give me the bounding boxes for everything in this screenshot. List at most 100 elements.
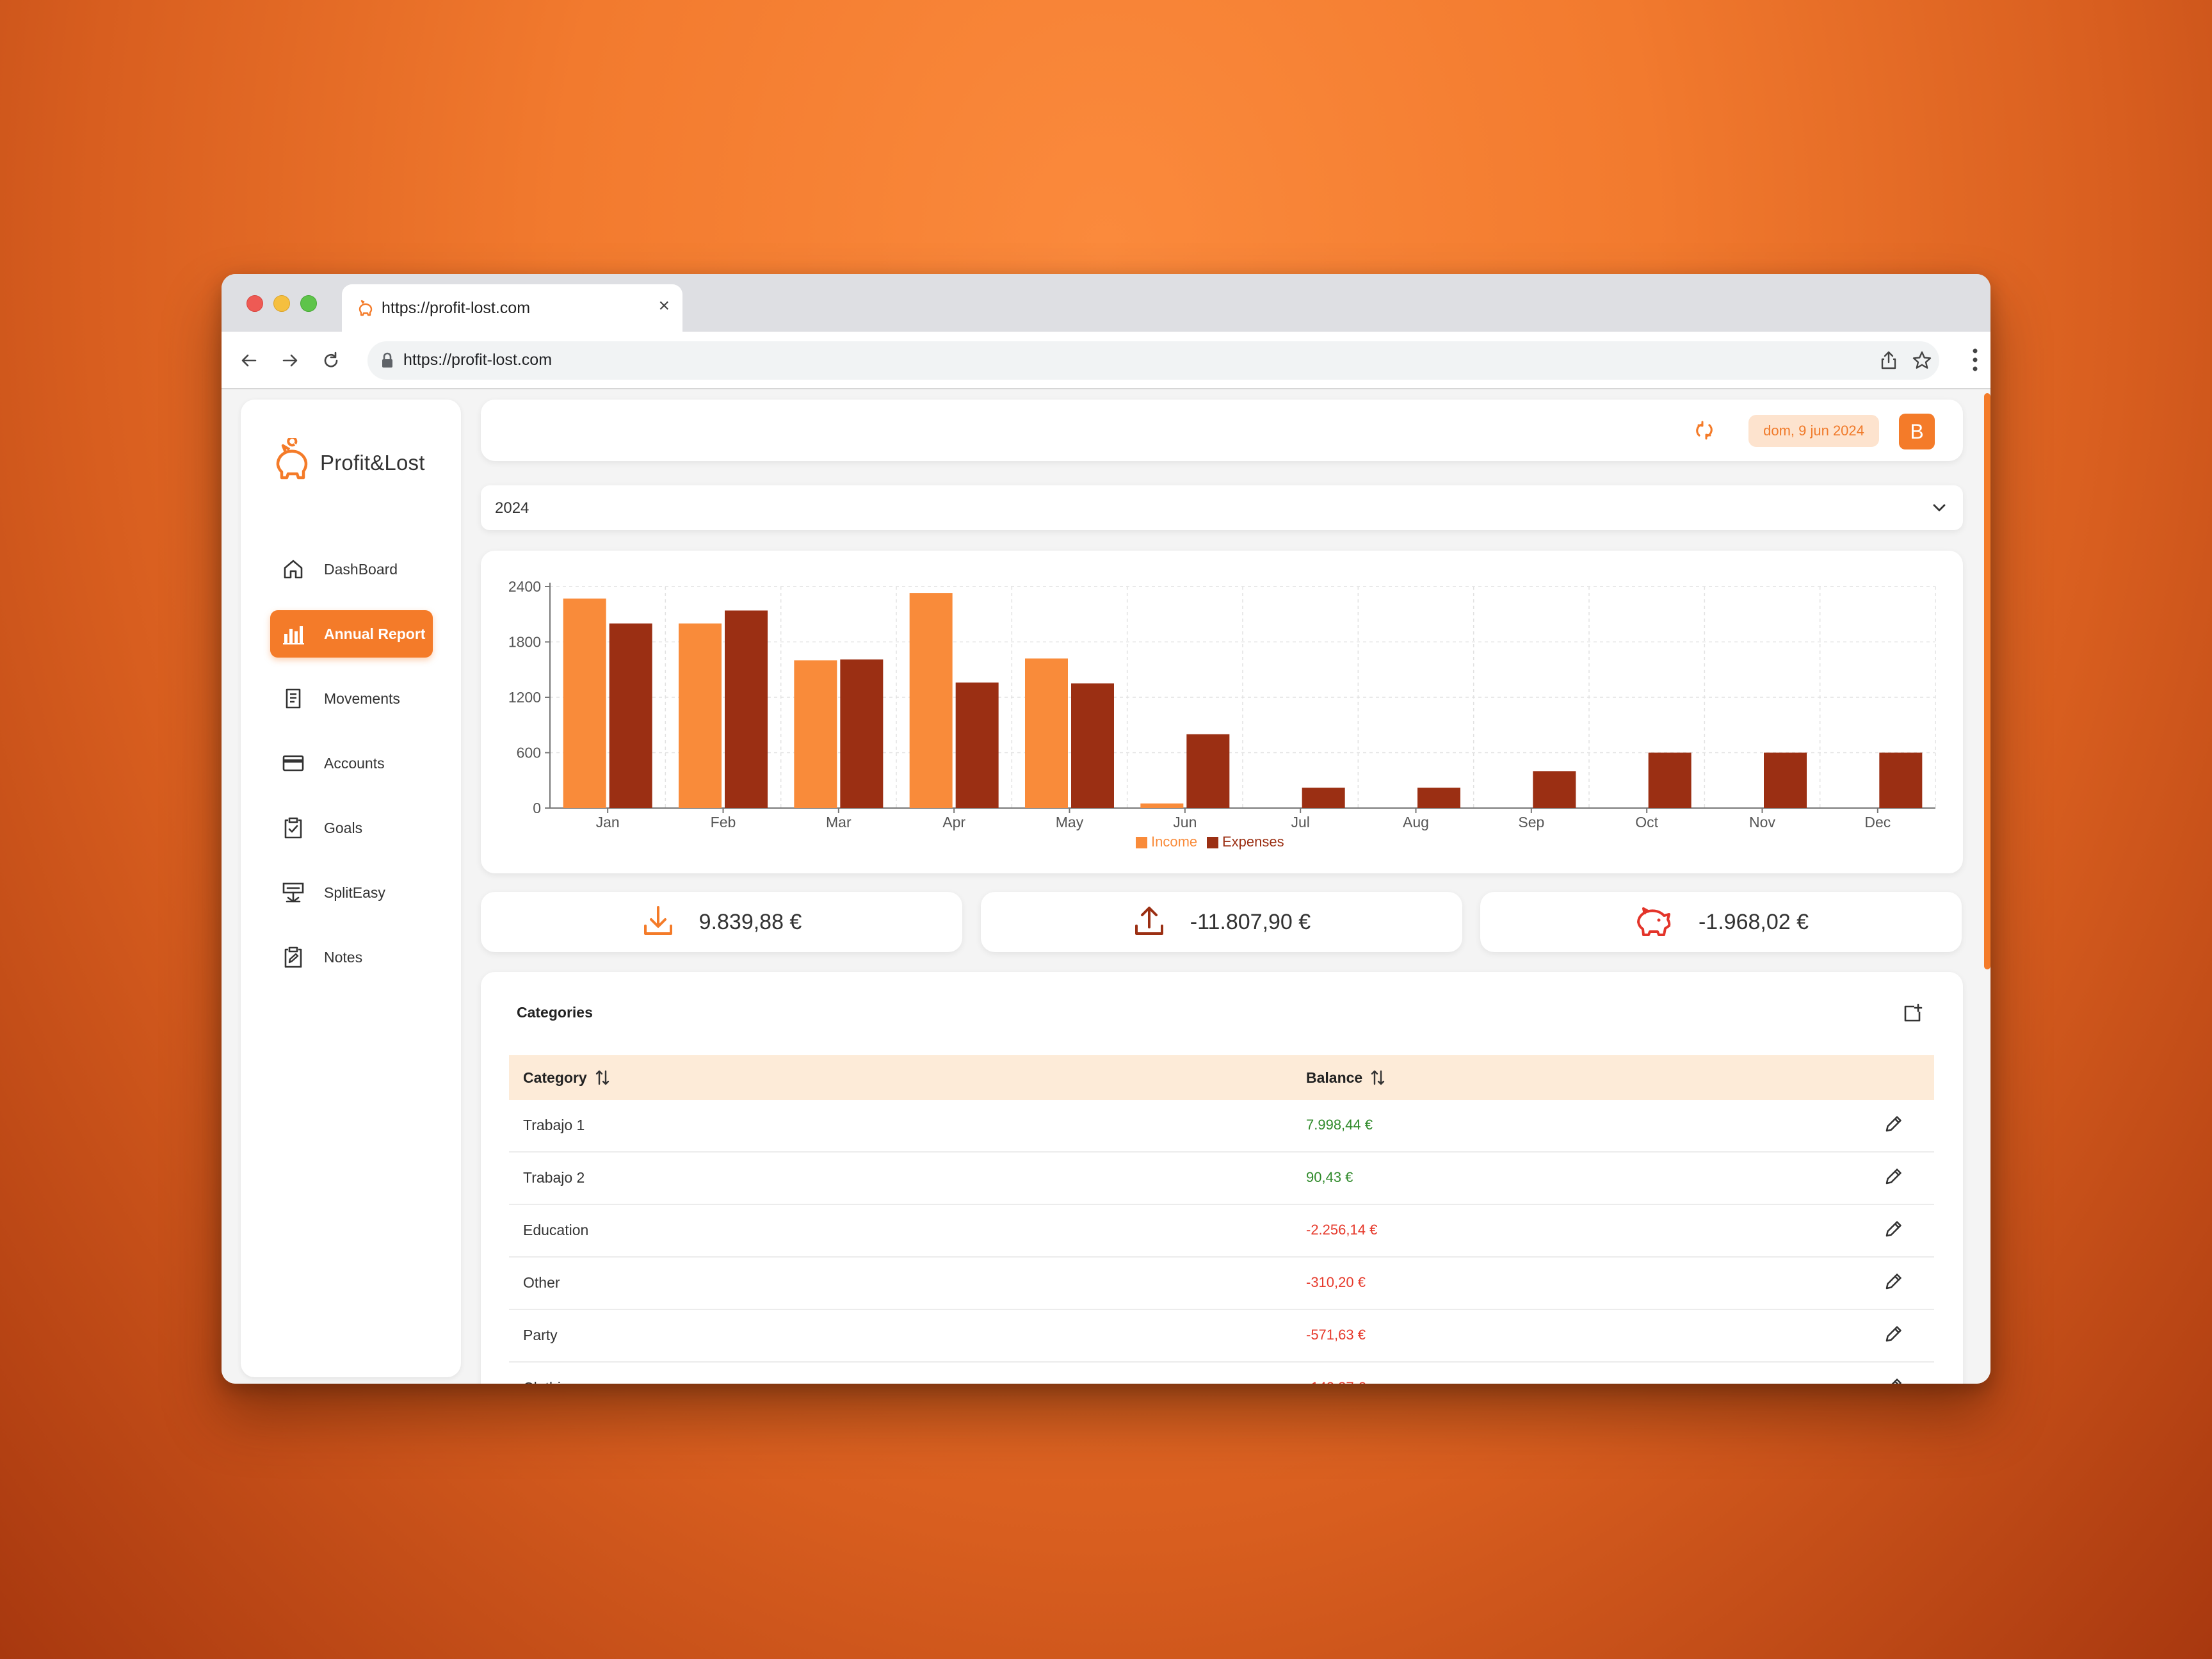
x-tick-label: Jul xyxy=(1291,814,1309,830)
table-row: Trabajo 2 90,43 € xyxy=(509,1153,1934,1205)
table-row: Other -310,20 € xyxy=(509,1258,1934,1310)
sidebar-item-label: Accounts xyxy=(324,754,385,772)
x-tick-label: Dec xyxy=(1864,814,1891,830)
table-row: Party -571,63 € xyxy=(509,1310,1934,1363)
x-tick-label: Jan xyxy=(596,814,620,830)
bookmark-star-icon[interactable] xyxy=(1911,350,1933,375)
sidebar-item-label: Goals xyxy=(324,819,363,836)
category-cell: Clothing xyxy=(523,1379,577,1384)
bar-chart-icon xyxy=(280,621,306,647)
bar-expenses xyxy=(1071,683,1114,808)
edit-pencil-icon[interactable] xyxy=(1883,1270,1905,1295)
edit-pencil-icon[interactable] xyxy=(1883,1375,1905,1384)
bar-expenses xyxy=(725,610,768,808)
logo[interactable]: Profit&Lost xyxy=(273,436,425,487)
edit-pencil-icon[interactable] xyxy=(1883,1323,1905,1348)
sync-icon[interactable] xyxy=(1694,420,1715,444)
sidebar-item-goals[interactable]: Goals xyxy=(270,804,433,852)
minimize-window-button[interactable] xyxy=(273,295,290,312)
browser-menu-icon[interactable] xyxy=(1971,346,1979,377)
bar-expenses xyxy=(955,682,999,808)
x-tick-label: Sep xyxy=(1518,814,1544,830)
x-tick-label: Apr xyxy=(942,814,965,830)
x-tick-label: Nov xyxy=(1749,814,1775,830)
chevron-down-icon xyxy=(1931,499,1948,519)
forward-arrow-icon[interactable] xyxy=(277,347,303,374)
download-icon xyxy=(642,904,675,941)
date-badge: dom, 9 jun 2024 xyxy=(1748,415,1879,447)
split-icon xyxy=(280,880,306,905)
bar-expenses xyxy=(1648,752,1691,808)
table-row: Trabajo 1 7.998,44 € xyxy=(509,1100,1934,1153)
table-header: Category Balance xyxy=(509,1055,1934,1100)
clipboard-check-icon xyxy=(280,815,306,841)
share-icon[interactable] xyxy=(1878,350,1900,375)
sidebar-item-annual-report[interactable]: Annual Report xyxy=(270,610,433,658)
tab-bar: https://profit-lost.com × xyxy=(222,274,1990,332)
sidebar-item-spliteasy[interactable]: SplitEasy xyxy=(270,869,433,916)
sidebar-item-label: Annual Report xyxy=(324,625,426,642)
category-cell: Trabajo 1 xyxy=(523,1117,585,1133)
edit-pencil-icon[interactable] xyxy=(1883,1113,1905,1138)
balance-stat-card: -1.968,02 € xyxy=(1480,892,1962,952)
piggy-logo-icon xyxy=(273,436,314,487)
maximize-window-button[interactable] xyxy=(300,295,317,312)
legend-label-income: Income xyxy=(1151,834,1197,850)
bar-expenses xyxy=(840,659,884,808)
bar-expenses xyxy=(1417,788,1460,808)
x-tick-label: Aug xyxy=(1403,814,1429,830)
sidebar-item-dashboard[interactable]: DashBoard xyxy=(270,546,433,593)
tab-close-icon[interactable]: × xyxy=(658,296,670,316)
balance-cell: -310,20 € xyxy=(1306,1274,1366,1290)
sidebar-item-movements[interactable]: Movements xyxy=(270,675,433,722)
year-select[interactable]: 2024 xyxy=(481,485,1963,530)
receipt-icon xyxy=(280,686,306,711)
balance-cell: -571,63 € xyxy=(1306,1327,1366,1343)
sidebar-item-label: Movements xyxy=(324,690,400,707)
url-text: https://profit-lost.com xyxy=(403,351,553,369)
reload-icon[interactable] xyxy=(318,347,344,374)
bar-income xyxy=(563,598,606,808)
column-header-category[interactable]: Category xyxy=(523,1069,610,1087)
browser-tab[interactable]: https://profit-lost.com × xyxy=(342,284,682,332)
close-window-button[interactable] xyxy=(246,295,263,312)
expenses-stat-card: -11.807,90 € xyxy=(981,892,1462,952)
sidebar: Profit&Lost DashBoard Annual Report Move… xyxy=(241,400,461,1377)
x-tick-label: May xyxy=(1056,814,1084,830)
upload-icon xyxy=(1133,904,1166,941)
category-cell: Trabajo 2 xyxy=(523,1169,585,1186)
sort-icon xyxy=(595,1070,609,1085)
table-row: Education -2.256,14 € xyxy=(509,1205,1934,1258)
categories-title: Categories xyxy=(517,1004,593,1021)
category-cell: Party xyxy=(523,1327,558,1343)
sidebar-item-label: Notes xyxy=(324,948,363,966)
category-cell: Education xyxy=(523,1222,589,1238)
scrollbar-thumb[interactable] xyxy=(1984,393,1990,969)
note-edit-icon xyxy=(280,944,306,970)
expenses-total: -11.807,90 € xyxy=(1190,909,1311,934)
bar-expenses xyxy=(1533,771,1576,808)
address-bar[interactable]: https://profit-lost.com xyxy=(367,341,1939,380)
legend-label-expenses: Expenses xyxy=(1222,834,1284,850)
column-header-balance[interactable]: Balance xyxy=(1306,1069,1385,1087)
avatar[interactable]: B xyxy=(1899,414,1935,449)
bar-expenses xyxy=(1764,752,1807,808)
year-select-value: 2024 xyxy=(495,499,529,517)
browser-window: https://profit-lost.com × https://profit… xyxy=(222,274,1990,1384)
bar-income xyxy=(679,623,722,808)
edit-pencil-icon[interactable] xyxy=(1883,1165,1905,1190)
y-tick-label: 0 xyxy=(533,800,541,816)
top-bar: dom, 9 jun 2024 B xyxy=(481,400,1963,461)
income-total: 9.839,88 € xyxy=(698,909,802,934)
browser-toolbar: https://profit-lost.com xyxy=(222,332,1990,389)
x-tick-label: Oct xyxy=(1635,814,1658,830)
logo-text: Profit&Lost xyxy=(320,450,425,474)
edit-pencil-icon[interactable] xyxy=(1883,1218,1905,1243)
sidebar-item-accounts[interactable]: Accounts xyxy=(270,740,433,787)
export-icon[interactable] xyxy=(1901,1003,1923,1028)
balance-cell: -142,37 € xyxy=(1306,1379,1366,1384)
bar-expenses xyxy=(1879,752,1923,808)
sidebar-item-notes[interactable]: Notes xyxy=(270,934,433,981)
bar-income xyxy=(1140,803,1184,808)
back-arrow-icon[interactable] xyxy=(236,347,262,374)
